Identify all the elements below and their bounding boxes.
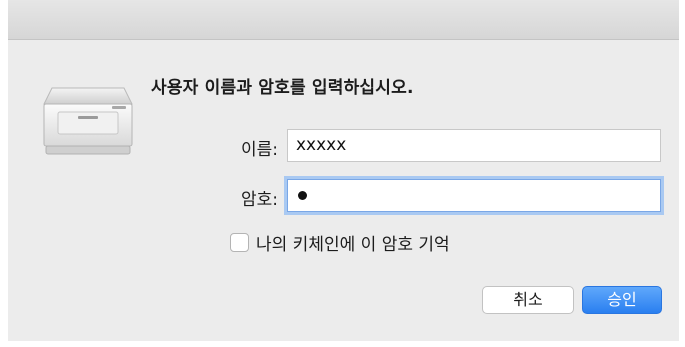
password-label: 암호: <box>240 190 278 210</box>
password-mask-dot <box>298 190 307 200</box>
printer-icon <box>38 82 138 158</box>
dialog-prompt: 사용자 이름과 암호를 입력하십시오. <box>151 78 414 98</box>
remember-in-keychain[interactable]: 나의 키체인에 이 암호 기억 <box>230 230 450 255</box>
username-value: xxxxx <box>296 135 347 155</box>
auth-dialog: 사용자 이름과 암호를 입력하십시오. 이름: xxxxx 암호: 나의 키체인… <box>8 0 679 341</box>
ok-button[interactable]: 승인 <box>582 286 662 314</box>
remember-checkbox[interactable] <box>230 233 249 252</box>
title-bar[interactable] <box>8 0 679 40</box>
username-field[interactable]: xxxxx <box>287 129 661 162</box>
cancel-button[interactable]: 취소 <box>482 286 574 314</box>
password-field[interactable] <box>287 179 661 212</box>
name-label: 이름: <box>240 140 278 160</box>
remember-label: 나의 키체인에 이 암호 기억 <box>256 235 450 255</box>
